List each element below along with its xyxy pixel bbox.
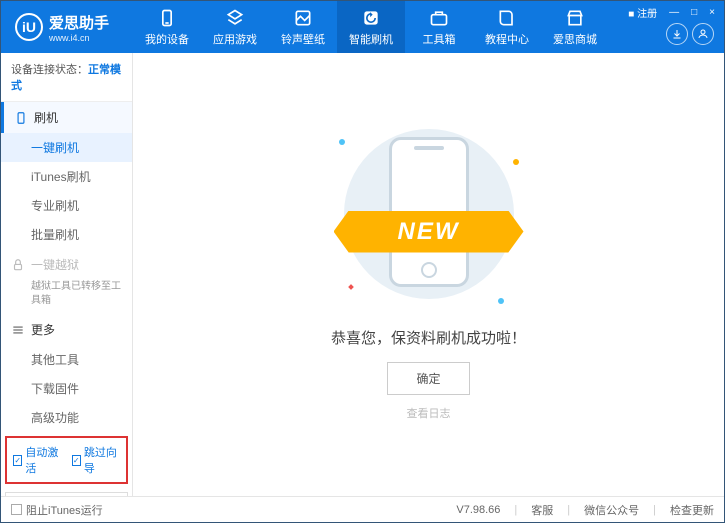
version-label: V7.98.66 bbox=[456, 504, 500, 516]
update-link[interactable]: 检查更新 bbox=[670, 502, 714, 518]
main-content: NEW 恭喜您，保资料刷机成功啦！ 确定 查看日志 bbox=[133, 53, 724, 496]
sidebar: 设备连接状态：正常模式 刷机 一键刷机 iTunes刷机 专业刷机 批量刷机 一… bbox=[1, 53, 133, 496]
menu-icon bbox=[11, 323, 25, 337]
book-icon bbox=[497, 8, 517, 28]
success-illustration: NEW bbox=[329, 129, 529, 309]
refresh-icon bbox=[361, 8, 381, 28]
phone-icon bbox=[157, 8, 177, 28]
sidebar-item-batch[interactable]: 批量刷机 bbox=[1, 220, 132, 249]
maximize-button[interactable]: □ bbox=[688, 7, 700, 18]
connection-status: 设备连接状态：正常模式 bbox=[1, 53, 132, 102]
window-controls: ■ 注册 — □ × bbox=[625, 5, 718, 20]
nav-toolbox[interactable]: 工具箱 bbox=[405, 1, 473, 53]
brand-site: www.i4.cn bbox=[49, 33, 109, 43]
ok-button[interactable]: 确定 bbox=[387, 362, 469, 395]
app-window: iU 爱思助手 www.i4.cn 我的设备 应用游戏 铃声壁纸 智能刷机 工具… bbox=[0, 0, 725, 523]
jailbreak-note: 越狱工具已转移至工具箱 bbox=[1, 280, 132, 314]
block-itunes-checkbox[interactable]: 阻止iTunes运行 bbox=[11, 502, 103, 518]
titlebar: iU 爱思助手 www.i4.cn 我的设备 应用游戏 铃声壁纸 智能刷机 工具… bbox=[1, 1, 724, 53]
footer: 阻止iTunes运行 V7.98.66 | 客服 | 微信公众号 | 检查更新 bbox=[1, 496, 724, 522]
sidebar-cat-flash[interactable]: 刷机 bbox=[1, 102, 132, 133]
nav-tutorial[interactable]: 教程中心 bbox=[473, 1, 541, 53]
phone-small-icon bbox=[14, 111, 28, 125]
new-ribbon: NEW bbox=[334, 211, 524, 253]
sidebar-item-other[interactable]: 其他工具 bbox=[1, 345, 132, 374]
close-button[interactable]: × bbox=[706, 7, 718, 18]
logo-icon: iU bbox=[15, 13, 43, 41]
sidebar-item-oneclick[interactable]: 一键刷机 bbox=[1, 133, 132, 162]
lock-icon bbox=[11, 258, 25, 272]
toolbox-icon bbox=[429, 8, 449, 28]
sidebar-cat-more[interactable]: 更多 bbox=[1, 314, 132, 345]
nav-store[interactable]: 爱思商城 bbox=[541, 1, 609, 53]
view-log-link[interactable]: 查看日志 bbox=[407, 405, 451, 421]
success-message: 恭喜您，保资料刷机成功啦！ bbox=[331, 327, 526, 348]
user-button[interactable] bbox=[692, 23, 714, 45]
nav-flash[interactable]: 智能刷机 bbox=[337, 1, 405, 53]
logo-area: iU 爱思助手 www.i4.cn bbox=[1, 12, 133, 43]
body: 设备连接状态：正常模式 刷机 一键刷机 iTunes刷机 专业刷机 批量刷机 一… bbox=[1, 53, 724, 496]
skip-wizard-checkbox[interactable]: ✓跳过向导 bbox=[72, 444, 121, 476]
sidebar-item-itunes[interactable]: iTunes刷机 bbox=[1, 162, 132, 191]
register-link[interactable]: ■ 注册 bbox=[625, 5, 660, 20]
download-button[interactable] bbox=[666, 23, 688, 45]
store-icon bbox=[565, 8, 585, 28]
nav-my-device[interactable]: 我的设备 bbox=[133, 1, 201, 53]
minimize-button[interactable]: — bbox=[666, 7, 682, 18]
user-icon bbox=[697, 28, 709, 40]
main-nav: 我的设备 应用游戏 铃声壁纸 智能刷机 工具箱 教程中心 爱思商城 bbox=[133, 1, 609, 53]
wallpaper-icon bbox=[293, 8, 313, 28]
download-icon bbox=[671, 28, 683, 40]
nav-ringtones[interactable]: 铃声壁纸 bbox=[269, 1, 337, 53]
brand-name: 爱思助手 bbox=[49, 12, 109, 33]
sidebar-item-advanced[interactable]: 高级功能 bbox=[1, 403, 132, 432]
apps-icon bbox=[225, 8, 245, 28]
options-highlight: ✓自动激活 ✓跳过向导 bbox=[5, 436, 128, 484]
sidebar-item-pro[interactable]: 专业刷机 bbox=[1, 191, 132, 220]
auto-activate-checkbox[interactable]: ✓自动激活 bbox=[13, 444, 62, 476]
support-link[interactable]: 客服 bbox=[531, 502, 553, 518]
wechat-link[interactable]: 微信公众号 bbox=[584, 502, 639, 518]
nav-apps[interactable]: 应用游戏 bbox=[201, 1, 269, 53]
sidebar-cat-jailbreak[interactable]: 一键越狱 bbox=[1, 249, 132, 280]
sidebar-item-firmware[interactable]: 下载固件 bbox=[1, 374, 132, 403]
